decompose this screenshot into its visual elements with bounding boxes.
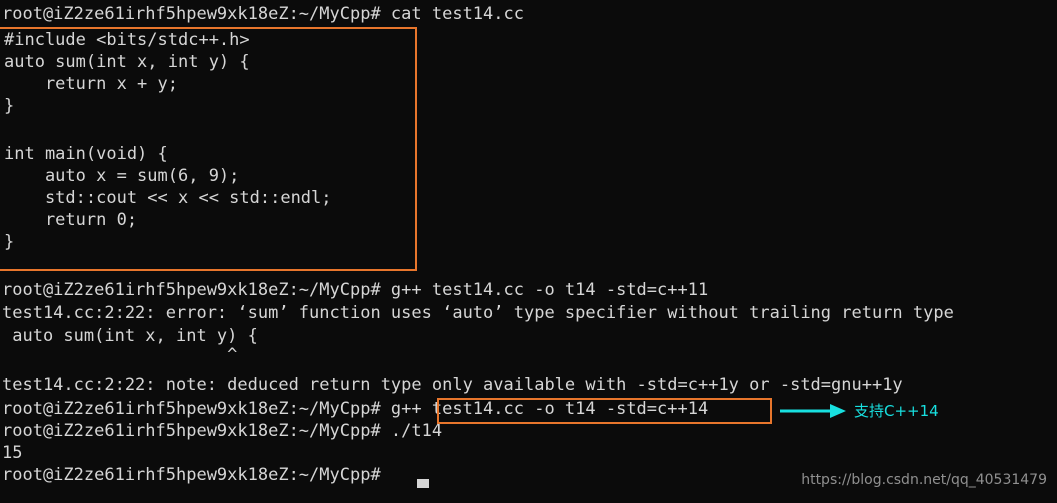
terminal-line-cout: std::cout << x << std::endl;: [4, 188, 332, 208]
terminal-line-run-t14: root@iZ2ze61irhf5hpew9xk18eZ:~/MyCpp# ./…: [2, 421, 443, 441]
terminal-line-error-caret: ^: [2, 345, 238, 365]
terminal-line-main-return: return 0;: [4, 210, 138, 230]
terminal-line-sum-return: return x + y;: [4, 74, 178, 94]
terminal-line-auto-x: auto x = sum(6, 9);: [4, 166, 240, 186]
annotation-label: 支持C++14: [854, 402, 939, 420]
terminal-line-main-signature: int main(void) {: [4, 144, 168, 164]
terminal-line-main-close: }: [4, 232, 15, 252]
terminal-line-note: test14.cc:2:22: note: deduced return typ…: [2, 375, 903, 395]
terminal-line-sum-close: }: [4, 96, 15, 116]
terminal-line-cat-command: root@iZ2ze61irhf5hpew9xk18eZ:~/MyCpp# ca…: [2, 4, 524, 24]
terminal-line-error-source: auto sum(int x, int y) {: [2, 326, 258, 346]
terminal-line-output-15: 15: [2, 443, 23, 463]
terminal-line-include: #include <bits/stdc++.h>: [4, 30, 250, 50]
terminal-line-final-prompt: root@iZ2ze61irhf5hpew9xk18eZ:~/MyCpp#: [2, 465, 381, 485]
terminal-cursor: [417, 479, 429, 488]
terminal-window[interactable]: root@iZ2ze61irhf5hpew9xk18eZ:~/MyCpp# ca…: [0, 0, 1057, 503]
terminal-line-error: test14.cc:2:22: error: ‘sum’ function us…: [2, 303, 954, 323]
terminal-line-gpp-cxx14: root@iZ2ze61irhf5hpew9xk18eZ:~/MyCpp# g+…: [2, 399, 709, 419]
terminal-line-gpp-cxx11: root@iZ2ze61irhf5hpew9xk18eZ:~/MyCpp# g+…: [2, 280, 709, 300]
watermark-url: https://blog.csdn.net/qq_40531479: [801, 472, 1047, 488]
terminal-line-sum-signature: auto sum(int x, int y) {: [4, 52, 250, 72]
arrow-right-icon: [780, 404, 846, 418]
